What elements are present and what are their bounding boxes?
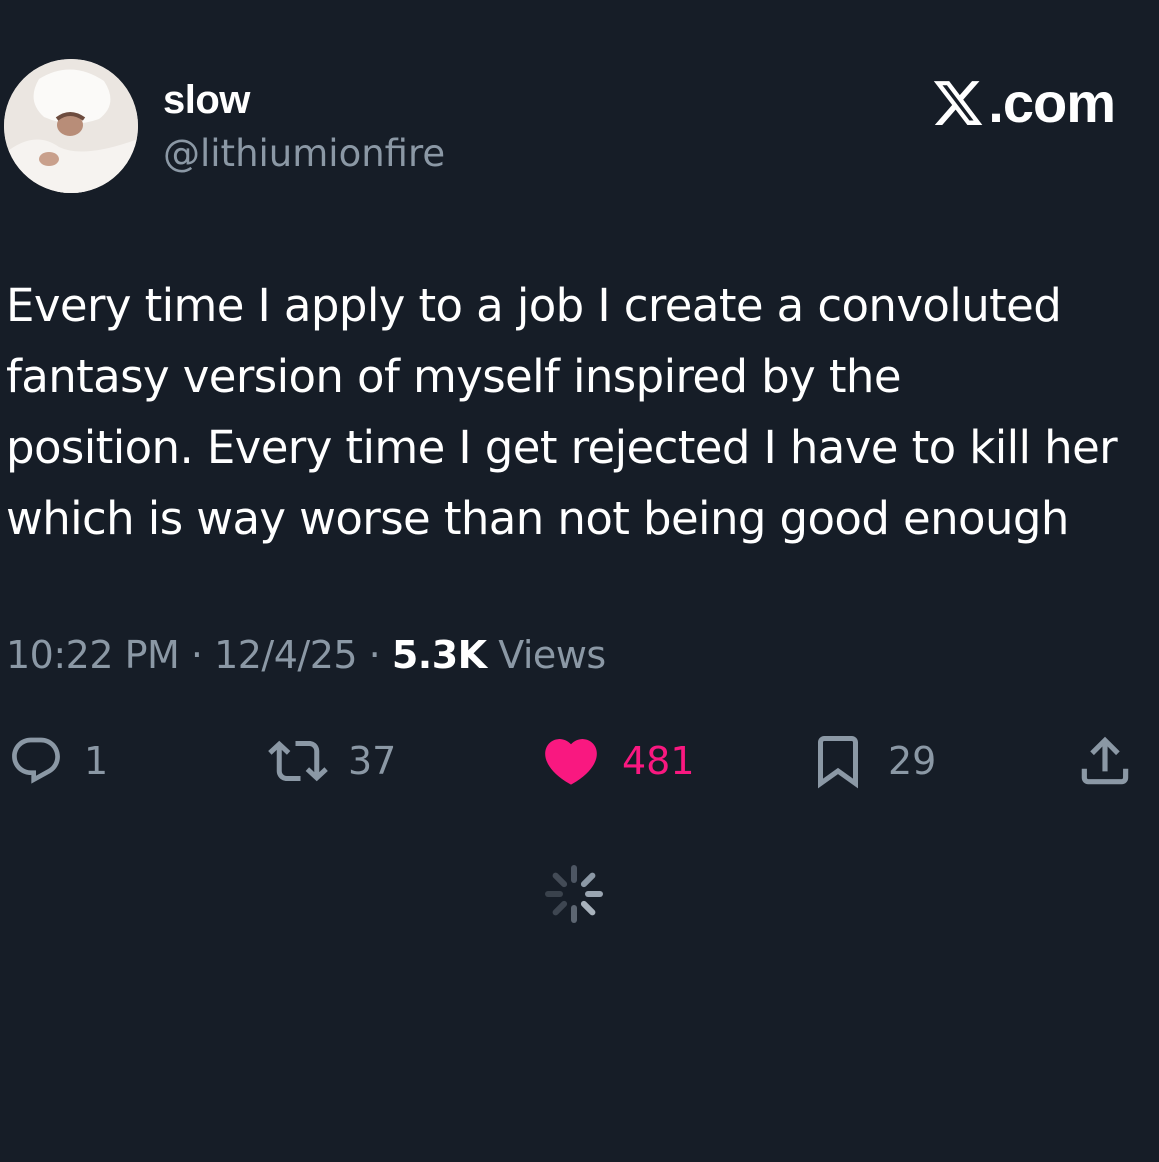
- like-count: 481: [622, 739, 695, 783]
- avatar[interactable]: [4, 59, 138, 193]
- tweet-line: position. Every time I get rejected I ha…: [6, 421, 1118, 474]
- meta-separator: ·: [190, 633, 203, 677]
- author-display-name[interactable]: slow: [163, 78, 250, 123]
- reply-button[interactable]: 1: [8, 725, 108, 797]
- loading-spinner-icon: [545, 865, 603, 923]
- reply-count: 1: [84, 739, 109, 783]
- like-button[interactable]: 481: [540, 725, 695, 797]
- share-button[interactable]: [1074, 725, 1136, 797]
- author-handle[interactable]: @lithiumionfire: [163, 132, 445, 175]
- tweet-line: Every time I apply to a job I create a c…: [6, 279, 1062, 332]
- heart-icon: [545, 739, 597, 785]
- tweet-date[interactable]: 12/4/25: [214, 633, 358, 677]
- meta-separator: ·: [368, 633, 381, 677]
- bookmark-count: 29: [888, 739, 937, 783]
- tweet-line: fantasy version of myself inspired by th…: [6, 350, 902, 403]
- tweet-text: Every time I apply to a job I create a c…: [6, 270, 1156, 554]
- share-icon: [1081, 736, 1129, 785]
- brand-label: .com: [988, 71, 1116, 134]
- views-count[interactable]: 5.3K: [392, 633, 487, 677]
- repost-button[interactable]: 37: [268, 725, 396, 797]
- reply-icon: [12, 737, 60, 784]
- tweet-line: which is way worse than not being good e…: [6, 492, 1069, 545]
- repost-icon: [268, 740, 328, 782]
- bookmark-button[interactable]: 29: [808, 725, 936, 797]
- brand-watermark: .com: [930, 70, 1116, 135]
- action-bar: 1 37 481 29: [0, 725, 1159, 805]
- repost-count: 37: [348, 739, 397, 783]
- avatar-photo: [4, 59, 138, 193]
- tweet-time[interactable]: 10:22 PM: [6, 633, 180, 677]
- tweet-meta: 10:22 PM · 12/4/25 · 5.3K Views: [6, 633, 606, 677]
- x-logo-icon: [934, 80, 983, 125]
- views-label: Views: [498, 633, 606, 677]
- bookmark-icon: [818, 736, 858, 789]
